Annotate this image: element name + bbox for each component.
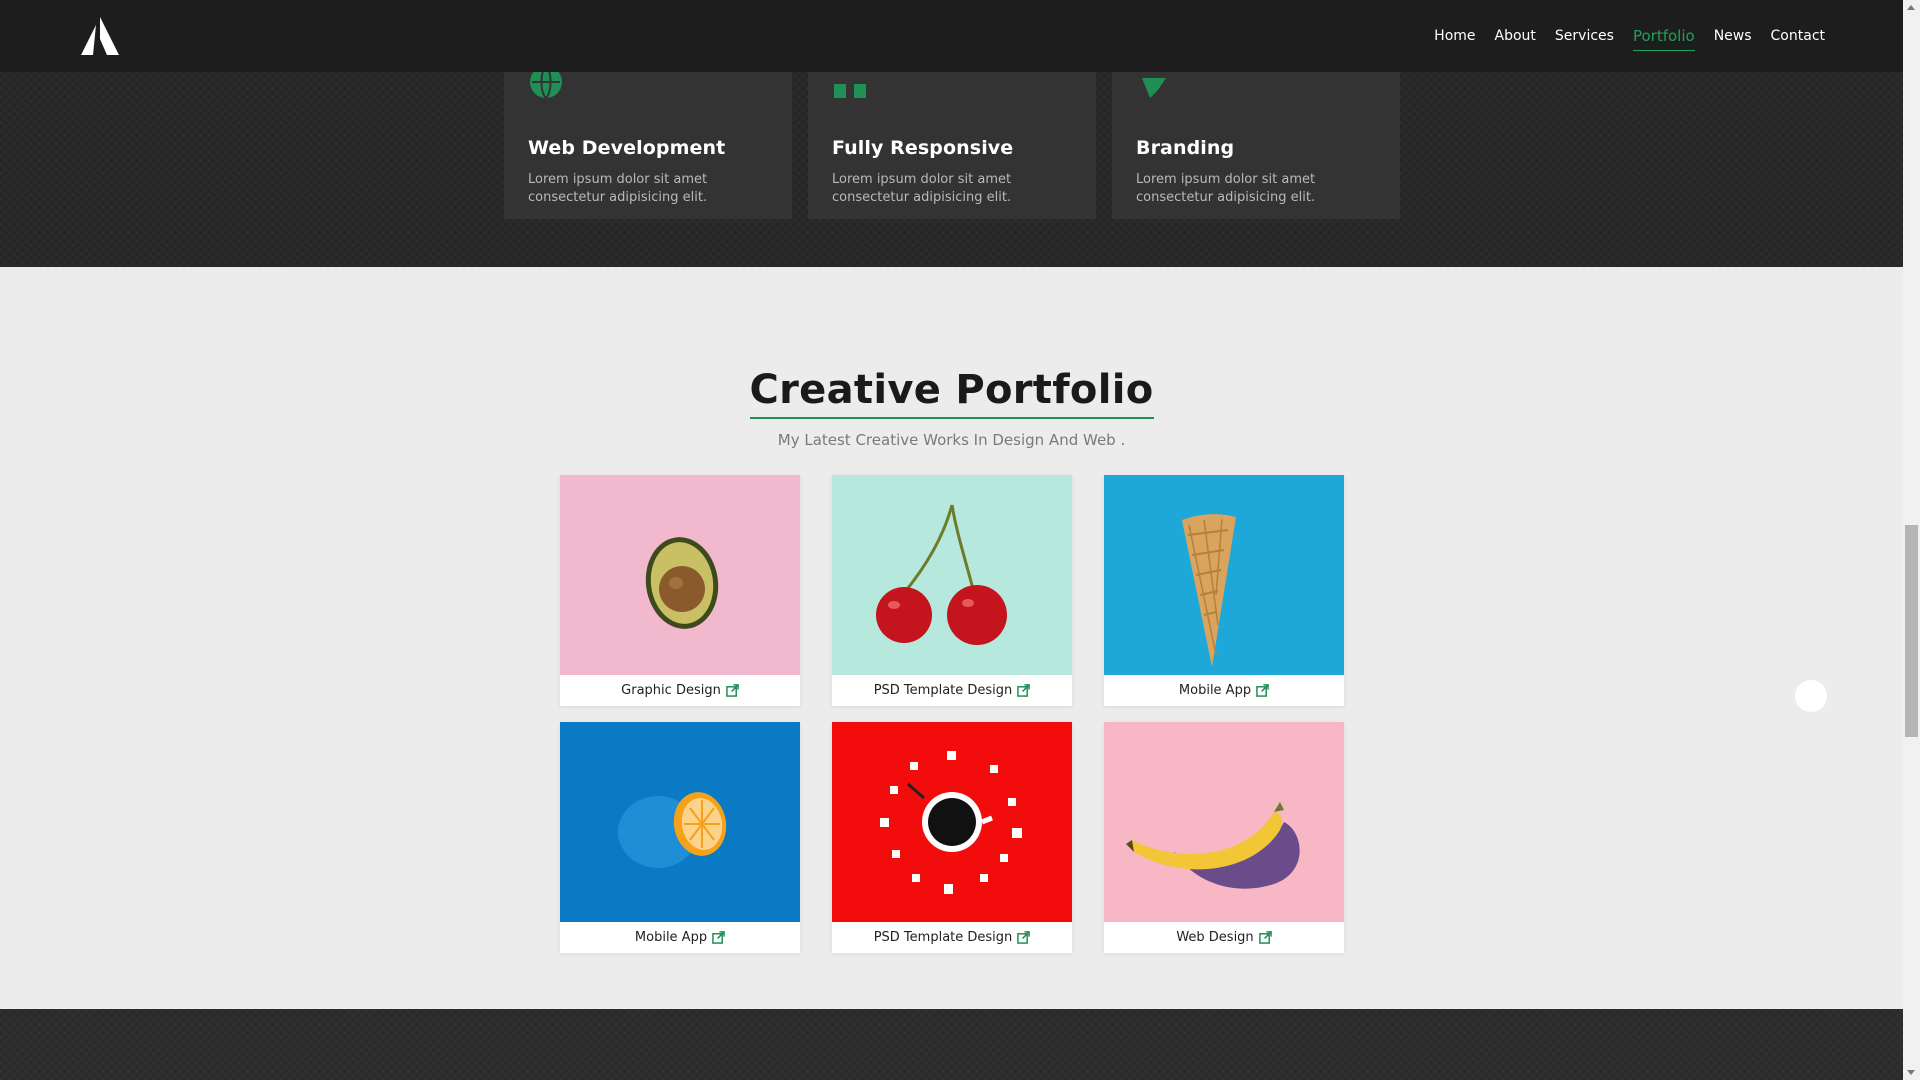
service-text: Lorem ipsum dolor sit amet consectetur a… xyxy=(528,172,708,205)
nav-about[interactable]: About xyxy=(1495,24,1536,48)
next-section-band xyxy=(0,1009,1903,1080)
cherries-image xyxy=(832,475,1072,675)
service-text: Lorem ipsum dolor sit amet consectetur a… xyxy=(1136,172,1316,205)
card-caption[interactable]: Web Design xyxy=(1104,922,1344,953)
banana-image xyxy=(1104,722,1344,922)
nav-services[interactable]: Services xyxy=(1555,24,1614,48)
service-title: Branding xyxy=(1136,137,1235,159)
portfolio-card[interactable]: Graphic Design xyxy=(560,475,800,706)
card-label: Graphic Design xyxy=(621,683,721,698)
card-label: PSD Template Design xyxy=(873,683,1013,698)
nav-portfolio[interactable]: Portfolio xyxy=(1632,23,1695,51)
external-link-icon xyxy=(1258,931,1272,944)
coffee-cup-image xyxy=(832,722,1072,922)
card-label: Mobile App xyxy=(634,930,708,945)
nav-news[interactable]: News xyxy=(1714,24,1752,48)
portfolio-card[interactable]: Mobile App xyxy=(1104,475,1344,706)
card-caption[interactable]: PSD Template Design xyxy=(832,922,1072,953)
nav-contact[interactable]: Contact xyxy=(1771,24,1825,48)
external-link-icon xyxy=(726,684,739,697)
card-label: Mobile App xyxy=(1178,683,1252,698)
service-title: Fully Responsive xyxy=(832,137,1014,159)
portfolio-heading: Creative Portfolio xyxy=(0,367,1903,419)
main-nav: Home About Services Portfolio News Conta… xyxy=(1415,0,1825,72)
site-header: Home About Services Portfolio News Conta… xyxy=(0,0,1903,72)
external-link-icon xyxy=(1256,684,1269,697)
card-caption[interactable]: Graphic Design xyxy=(560,675,800,706)
card-label: Web Design xyxy=(1176,930,1254,945)
portfolio-card[interactable]: PSD Template Design xyxy=(832,722,1072,953)
ice-cream-cone-image xyxy=(1104,475,1344,675)
portfolio-card[interactable]: PSD Template Design xyxy=(832,475,1072,706)
card-caption[interactable]: Mobile App xyxy=(1104,675,1344,706)
card-caption[interactable]: Mobile App xyxy=(560,922,800,953)
card-label: PSD Template Design xyxy=(873,930,1013,945)
page-scrollbar[interactable] xyxy=(1903,0,1920,1080)
external-link-icon xyxy=(712,931,725,944)
scroll-up-arrow-icon[interactable] xyxy=(1907,5,1915,10)
portfolio-card[interactable]: Mobile App xyxy=(560,722,800,953)
nav-home[interactable]: Home xyxy=(1434,24,1475,48)
scrollbar-thumb[interactable] xyxy=(1905,525,1918,737)
external-link-icon xyxy=(1017,684,1031,697)
service-title: Web Development xyxy=(528,137,726,159)
triangle-logo-icon[interactable] xyxy=(79,15,121,55)
orange-image xyxy=(560,722,800,922)
service-text: Lorem ipsum dolor sit amet consectetur a… xyxy=(832,172,1012,205)
scroll-down-arrow-icon[interactable] xyxy=(1907,1070,1915,1075)
portfolio-card[interactable]: Web Design xyxy=(1104,722,1344,953)
section-subtitle: My Latest Creative Works In Design And W… xyxy=(777,431,1126,449)
card-caption[interactable]: PSD Template Design xyxy=(832,675,1072,706)
external-link-icon xyxy=(1017,931,1031,944)
section-title: Creative Portfolio xyxy=(749,367,1154,419)
floating-action-button[interactable] xyxy=(1795,680,1827,712)
avocado-image xyxy=(560,475,800,675)
